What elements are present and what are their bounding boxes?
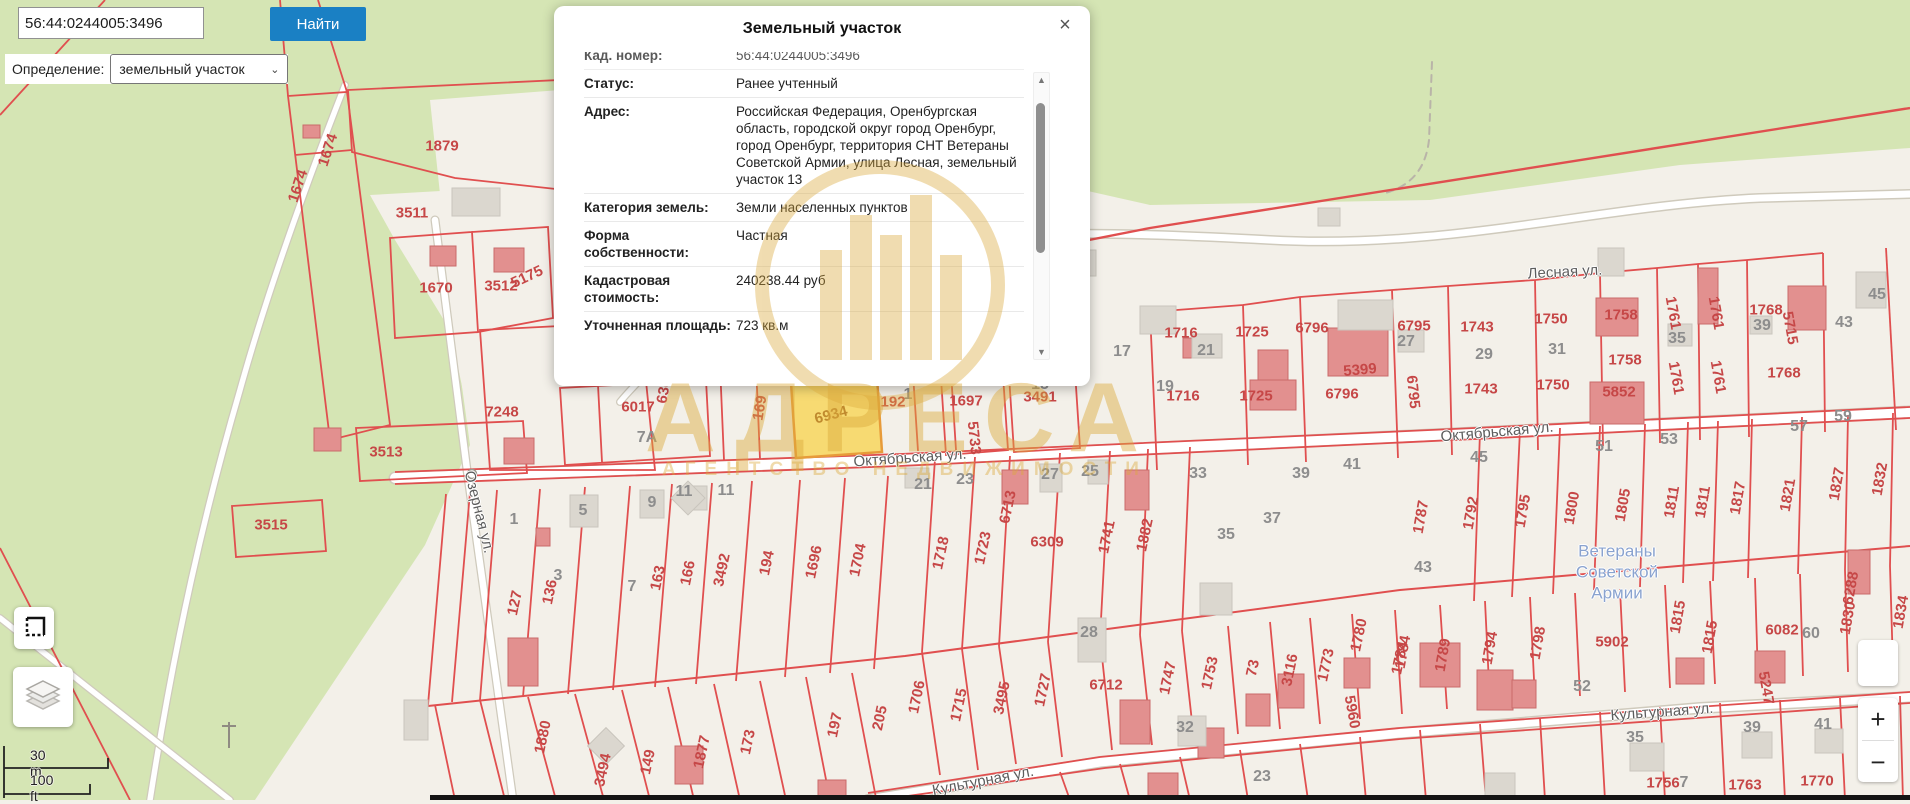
close-icon[interactable]: × (1054, 14, 1076, 36)
popup-row-ownership: Форма собственности: Частная (584, 222, 1024, 267)
popup-title: Земельный участок (554, 20, 1090, 38)
scale-feet: 100 ft (30, 772, 53, 804)
layers-button[interactable] (13, 667, 73, 727)
definition-select[interactable]: земельный участок ⌄ (110, 54, 288, 84)
chevron-down-icon: ⌄ (270, 63, 279, 76)
popup-row-kad-nomer: Кад. номер: 56:44:0244005:3496 (584, 52, 1024, 70)
layers-icon (23, 679, 63, 715)
popup-row-category: Категория земель: Земли населенных пункт… (584, 194, 1024, 222)
popup-row-cost: Кадастровая стоимость: 240238.44 руб (584, 267, 1024, 312)
road-end-marker (468, 470, 477, 479)
popup-row-area: Уточненная площадь: 723 кв.м (584, 312, 1024, 339)
popup-row-status: Статус: Ранее учтенный (584, 70, 1024, 98)
popup-row-address: Адрес: Российская Федерация, Оренбургска… (584, 98, 1024, 194)
cadastral-map-app: ВетераныСоветскойАрмии 16741674187935111… (0, 0, 1910, 800)
measure-area-button[interactable] (14, 607, 54, 649)
scroll-up-icon[interactable]: ▲ (1034, 75, 1049, 85)
popup-scroll-area[interactable]: Кад. номер: 56:44:0244005:3496 Статус: Р… (584, 52, 1024, 372)
extra-map-button[interactable] (1858, 640, 1898, 686)
definition-label: Определение: (12, 61, 104, 77)
measure-icon (21, 615, 47, 641)
parcel-info-popup: Земельный участок × Кад. номер: 56:44:02… (554, 6, 1090, 386)
search-bar: Найти (18, 7, 204, 39)
zoom-in-button[interactable]: + (1858, 698, 1898, 740)
definition-row: Определение: земельный участок ⌄ (5, 54, 288, 84)
find-button[interactable]: Найти (270, 7, 366, 41)
zoom-out-button[interactable]: − (1858, 741, 1898, 783)
scrollbar-thumb[interactable] (1036, 103, 1045, 253)
bottom-edge-bar (430, 795, 1910, 800)
scroll-down-icon[interactable]: ▼ (1034, 347, 1049, 357)
definition-value: земельный участок (119, 61, 244, 77)
search-input[interactable] (18, 7, 204, 39)
popup-scrollbar[interactable]: ▲ ▼ (1033, 72, 1050, 360)
zoom-control: + − (1858, 698, 1898, 782)
